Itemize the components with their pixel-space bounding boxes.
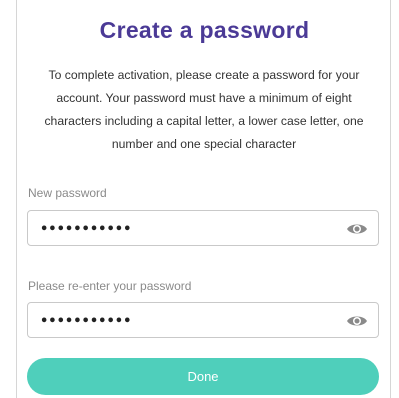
eye-icon[interactable]: [346, 219, 368, 239]
instructions-text: To complete activation, please create a …: [44, 68, 364, 151]
new-password-label: New password: [28, 186, 107, 200]
eye-icon[interactable]: [346, 311, 368, 331]
done-button[interactable]: Done: [27, 358, 379, 395]
confirm-password-label: Please re-enter your password: [28, 279, 192, 293]
confirm-password-input[interactable]: [40, 311, 330, 331]
new-password-field-box: [27, 210, 379, 246]
password-form-panel: Create a password To complete activation…: [16, 0, 391, 398]
page-title: Create a password: [99, 17, 310, 43]
new-password-input[interactable]: [40, 219, 330, 239]
confirm-password-field-box: [27, 302, 379, 338]
